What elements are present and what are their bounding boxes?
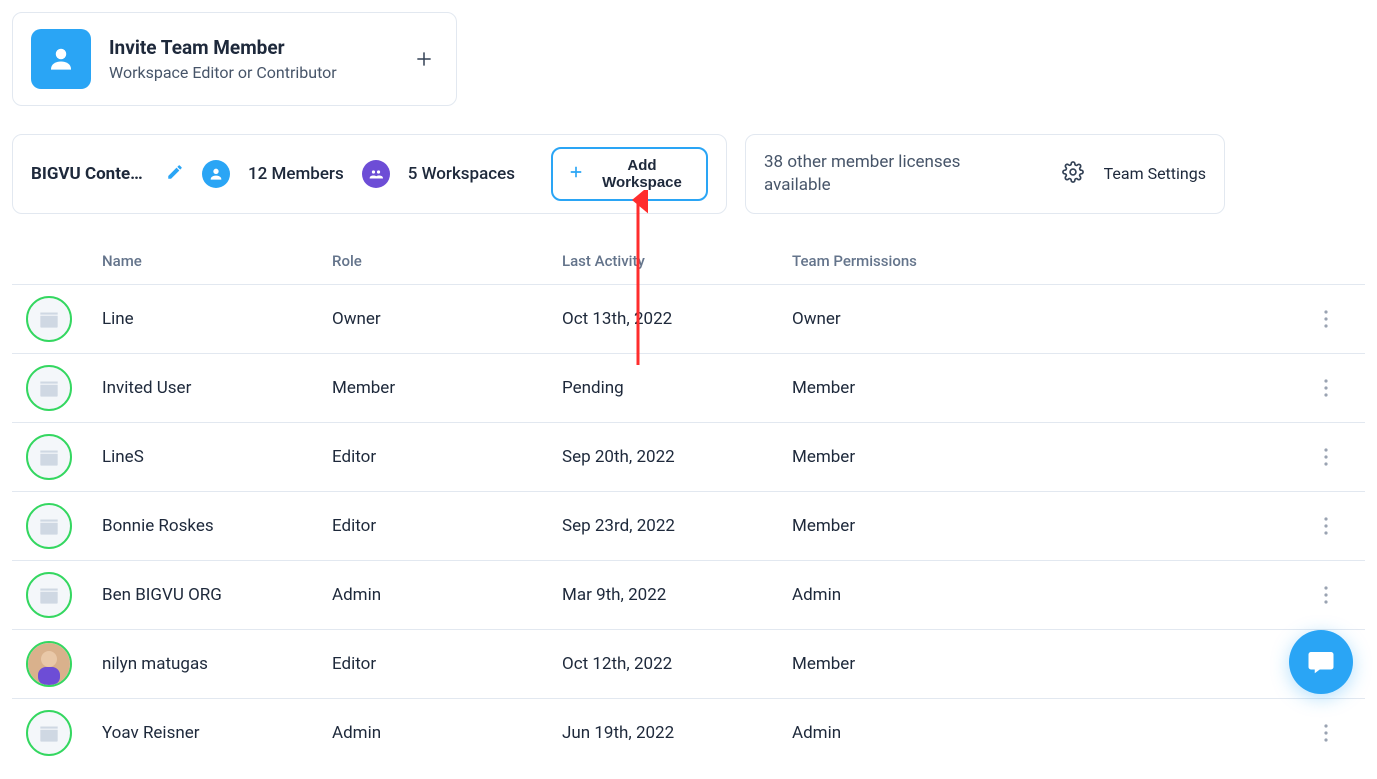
licenses-text: 38 other member licenses available — [764, 151, 1004, 197]
chat-support-button[interactable] — [1289, 630, 1353, 694]
invite-text-block: Invite Team Member Workspace Editor or C… — [109, 36, 392, 82]
team-summary-bar: BIGVU Content... 12 Members 5 Workspaces… — [12, 134, 727, 214]
avatar — [26, 710, 72, 756]
cell-name: LineS — [102, 447, 332, 467]
row-menu-button[interactable] — [1315, 717, 1337, 749]
table-row[interactable]: Yoav Reisner Admin Jun 19th, 2022 Admin — [12, 698, 1365, 767]
workspaces-count: 5 Workspaces — [408, 164, 515, 184]
plus-icon — [567, 163, 585, 185]
table-row[interactable]: Bonnie Roskes Editor Sep 23rd, 2022 Memb… — [12, 491, 1365, 560]
group-badge-icon — [362, 160, 390, 188]
licenses-bar: 38 other member licenses available Team … — [745, 134, 1225, 214]
row-menu-button[interactable] — [1315, 372, 1337, 404]
avatar — [26, 296, 72, 342]
cell-permissions: Admin — [792, 723, 1315, 743]
add-workspace-label: Add Workspace — [592, 157, 692, 191]
team-settings-button[interactable]: Team Settings — [1062, 161, 1206, 187]
cell-last-activity: Oct 13th, 2022 — [562, 309, 792, 329]
row-menu-button[interactable] — [1315, 579, 1337, 611]
table-row[interactable]: LineS Editor Sep 20th, 2022 Member — [12, 422, 1365, 491]
cell-last-activity: Sep 20th, 2022 — [562, 447, 792, 467]
person-badge-icon — [202, 160, 230, 188]
cell-role: Owner — [332, 309, 562, 329]
table-row[interactable]: Line Owner Oct 13th, 2022 Owner — [12, 284, 1365, 353]
cell-last-activity: Pending — [562, 378, 792, 398]
avatar — [26, 365, 72, 411]
cell-name: Bonnie Roskes — [102, 516, 332, 536]
cell-last-activity: Sep 23rd, 2022 — [562, 516, 792, 536]
cell-role: Editor — [332, 516, 562, 536]
cell-name: Line — [102, 309, 332, 329]
cell-last-activity: Oct 12th, 2022 — [562, 654, 792, 674]
cell-last-activity: Jun 19th, 2022 — [562, 723, 792, 743]
avatar — [26, 572, 72, 618]
person-icon — [31, 29, 91, 89]
cell-name: Ben BIGVU ORG — [102, 585, 332, 605]
avatar — [26, 503, 72, 549]
cell-permissions: Member — [792, 654, 1315, 674]
table-row[interactable]: Ben BIGVU ORG Admin Mar 9th, 2022 Admin — [12, 560, 1365, 629]
pencil-icon[interactable] — [166, 163, 184, 185]
cell-role: Admin — [332, 723, 562, 743]
table-row[interactable]: Invited User Member Pending Member — [12, 353, 1365, 422]
col-name: Name — [102, 252, 332, 270]
cell-permissions: Member — [792, 378, 1315, 398]
table-row[interactable]: nilyn matugas Editor Oct 12th, 2022 Memb… — [12, 629, 1365, 698]
invite-title: Invite Team Member — [109, 36, 392, 59]
cell-name: nilyn matugas — [102, 654, 332, 674]
chat-icon — [1306, 647, 1336, 677]
cell-permissions: Admin — [792, 585, 1315, 605]
members-table: Name Role Last Activity Team Permissions… — [12, 244, 1365, 767]
members-count: 12 Members — [248, 164, 344, 184]
invite-subtitle: Workspace Editor or Contributor — [109, 63, 392, 82]
team-name: BIGVU Content... — [31, 164, 148, 184]
cell-last-activity: Mar 9th, 2022 — [562, 585, 792, 605]
cell-permissions: Owner — [792, 309, 1315, 329]
row-menu-button[interactable] — [1315, 441, 1337, 473]
col-permissions: Team Permissions — [792, 252, 1315, 270]
invite-team-member-card[interactable]: Invite Team Member Workspace Editor or C… — [12, 12, 457, 106]
cell-role: Admin — [332, 585, 562, 605]
avatar — [26, 641, 72, 687]
cell-name: Invited User — [102, 378, 332, 398]
plus-icon[interactable] — [410, 45, 438, 73]
team-settings-label: Team Settings — [1104, 164, 1206, 184]
gear-icon — [1062, 161, 1084, 187]
table-header: Name Role Last Activity Team Permissions — [12, 244, 1365, 284]
cell-role: Member — [332, 378, 562, 398]
row-menu-button[interactable] — [1315, 303, 1337, 335]
cell-role: Editor — [332, 447, 562, 467]
cell-permissions: Member — [792, 516, 1315, 536]
add-workspace-button[interactable]: Add Workspace — [551, 147, 708, 201]
avatar — [26, 434, 72, 480]
cell-permissions: Member — [792, 447, 1315, 467]
cell-role: Editor — [332, 654, 562, 674]
col-role: Role — [332, 252, 562, 270]
col-activity: Last Activity — [562, 252, 792, 270]
row-menu-button[interactable] — [1315, 510, 1337, 542]
cell-name: Yoav Reisner — [102, 723, 332, 743]
